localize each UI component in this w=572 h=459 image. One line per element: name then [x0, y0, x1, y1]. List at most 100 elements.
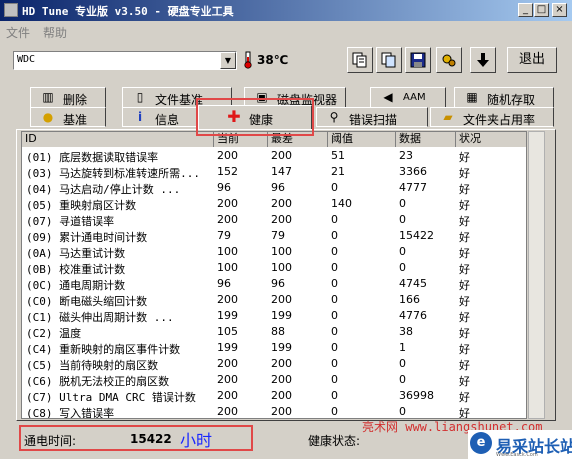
cell-threshold: 0	[331, 325, 338, 338]
cell-worst: 100	[271, 245, 292, 258]
table-row[interactable]: (C4) 重新映射的扇区事件计数 199 199 0 1 好	[22, 340, 526, 356]
col-threshold[interactable]: 阈值	[328, 132, 396, 147]
health-tab-highlight	[196, 98, 314, 136]
cell-name: (03) 马达旋转到标准转速所需...	[26, 167, 200, 180]
cell-threshold: 0	[331, 293, 338, 306]
copy-screen-button[interactable]	[376, 47, 402, 73]
cell-worst: 79	[271, 229, 285, 242]
magnifier-icon: ⚲	[329, 110, 339, 124]
cell-status: 好	[459, 151, 470, 164]
cell-status: 好	[459, 167, 470, 180]
smart-table[interactable]: ID 当前 最差 阈值 数据 状况 (01) 底层数据读取错误率 200 200 51…	[21, 131, 527, 419]
cell-threshold: 0	[331, 405, 338, 418]
cell-name: (C7) Ultra DMA CRC 错误计数	[26, 391, 196, 404]
cell-threshold: 0	[331, 373, 338, 386]
file-benchmark-icon: ▯	[136, 90, 144, 104]
table-row[interactable]: (C7) Ultra DMA CRC 错误计数 200 200 0 36998 好	[22, 388, 526, 404]
logo-mark-icon: e	[470, 432, 492, 454]
cell-name: (C6) 脱机无法校正的扇区数	[26, 375, 170, 388]
table-row[interactable]: (03) 马达旋转到标准转速所需... 152 147 21 3366 好	[22, 164, 526, 180]
cell-worst: 88	[271, 325, 285, 338]
cell-data: 4776	[399, 309, 427, 322]
table-row[interactable]: (07) 寻道错误率 200 200 0 0 好	[22, 212, 526, 228]
col-data[interactable]: 数据	[396, 132, 456, 147]
table-row[interactable]: (0B) 校准重试计数 100 100 0 0 好	[22, 260, 526, 276]
tab-info[interactable]: i 信息	[122, 107, 198, 127]
table-scrollbar[interactable]	[528, 131, 545, 419]
menu-help[interactable]: 帮助	[43, 24, 67, 41]
logo-subtext: Www.Easck.Com	[496, 452, 538, 458]
cell-current: 200	[217, 389, 238, 402]
menu-file[interactable]: 文件	[6, 24, 30, 41]
cell-name: (C1) 磁头伸出周期计数 ...	[26, 311, 174, 324]
cell-data: 0	[399, 405, 406, 418]
toolbar: WDC ▼ 38℃ 退出	[0, 40, 572, 80]
tab-random-access[interactable]: ▦ 随机存取	[454, 87, 554, 107]
cell-name: (0A) 马达重试计数	[26, 247, 126, 260]
table-row[interactable]: (C0) 断电磁头缩回计数 200 200 0 166 好	[22, 292, 526, 308]
cell-current: 100	[217, 245, 238, 258]
cell-threshold: 0	[331, 181, 338, 194]
cell-current: 152	[217, 165, 238, 178]
tab-label: 基准	[63, 113, 88, 127]
tab-erase[interactable]: ▥ 删除	[30, 87, 106, 107]
table-row[interactable]: (C1) 磁头伸出周期计数 ... 199 199 0 4776 好	[22, 308, 526, 324]
save-button[interactable]	[405, 47, 431, 73]
table-row[interactable]: (C6) 脱机无法校正的扇区数 200 200 0 0 好	[22, 372, 526, 388]
cell-worst: 200	[271, 357, 292, 370]
window-title: HD Tune 专业版 v3.50 - 硬盘专业工具	[22, 5, 234, 18]
close-button[interactable]: ×	[552, 3, 567, 17]
table-row[interactable]: (C5) 当前待映射的扇区数 200 200 0 0 好	[22, 356, 526, 372]
folder-icon: ▰	[443, 110, 453, 124]
cell-status: 好	[459, 279, 470, 292]
minimize-button[interactable]: _	[518, 3, 533, 17]
cell-threshold: 21	[331, 165, 345, 178]
cell-status: 好	[459, 295, 470, 308]
maximize-button[interactable]: □	[534, 3, 549, 17]
chevron-down-icon[interactable]: ▼	[220, 52, 236, 69]
cell-current: 199	[217, 309, 238, 322]
watermark-logo: e 易采站长站 Www.Easck.Com	[468, 430, 572, 459]
save-icon	[410, 52, 426, 68]
cell-status: 好	[459, 359, 470, 372]
tab-benchmark[interactable]: ● 基准	[30, 107, 106, 127]
table-row[interactable]: (01) 底层数据读取错误率 200 200 51 23 好	[22, 148, 526, 164]
table-row[interactable]: (05) 重映射扇区计数 200 200 140 0 好	[22, 196, 526, 212]
tab-error-scan[interactable]: ⚲ 错误扫描	[316, 107, 428, 127]
cell-data: 0	[399, 357, 406, 370]
exit-button[interactable]: 退出	[507, 47, 557, 73]
col-id[interactable]: ID	[22, 132, 214, 147]
table-row[interactable]: (C8) 写入错误率 200 200 0 0 好	[22, 404, 526, 418]
table-row[interactable]: (0A) 马达重试计数 100 100 0 0 好	[22, 244, 526, 260]
cell-threshold: 0	[331, 261, 338, 274]
cell-data: 0	[399, 261, 406, 274]
cell-status: 好	[459, 391, 470, 404]
table-row[interactable]: (C2) 温度 105 88 0 38 好	[22, 324, 526, 340]
drive-select[interactable]: WDC ▼	[13, 51, 237, 70]
table-row[interactable]: (09) 累计通电时间计数 79 79 0 15422 好	[22, 228, 526, 244]
cell-name: (C2) 温度	[26, 327, 82, 340]
tab-label: 错误扫描	[349, 113, 398, 127]
cell-threshold: 0	[331, 341, 338, 354]
cell-data: 1	[399, 341, 406, 354]
tab-label: 随机存取	[487, 93, 536, 107]
tab-aam[interactable]: ◀ AAM	[370, 87, 446, 107]
table-row[interactable]: (04) 马达启动/停止计数 ... 96 96 0 4777 好	[22, 180, 526, 196]
down-arrow-button[interactable]	[470, 47, 496, 73]
info-icon: i	[137, 110, 143, 124]
cell-data: 36998	[399, 389, 434, 402]
cell-threshold: 0	[331, 229, 338, 242]
random-access-icon: ▦	[466, 90, 478, 104]
table-row[interactable]: (0C) 通电周期计数 96 96 0 4745 好	[22, 276, 526, 292]
col-status[interactable]: 状况	[456, 132, 526, 147]
tab-folder-usage[interactable]: ▰ 文件夹占用率	[430, 107, 554, 127]
cell-status: 好	[459, 231, 470, 244]
cell-name: (07) 寻道错误率	[26, 215, 115, 228]
cell-name: (0C) 通电周期计数	[26, 279, 126, 292]
settings-button[interactable]	[436, 47, 462, 73]
tab-label: AAM	[403, 92, 426, 103]
down-arrow-icon	[477, 53, 489, 67]
cell-worst: 96	[271, 181, 285, 194]
copy-text-button[interactable]	[347, 47, 373, 73]
cell-worst: 199	[271, 309, 292, 322]
